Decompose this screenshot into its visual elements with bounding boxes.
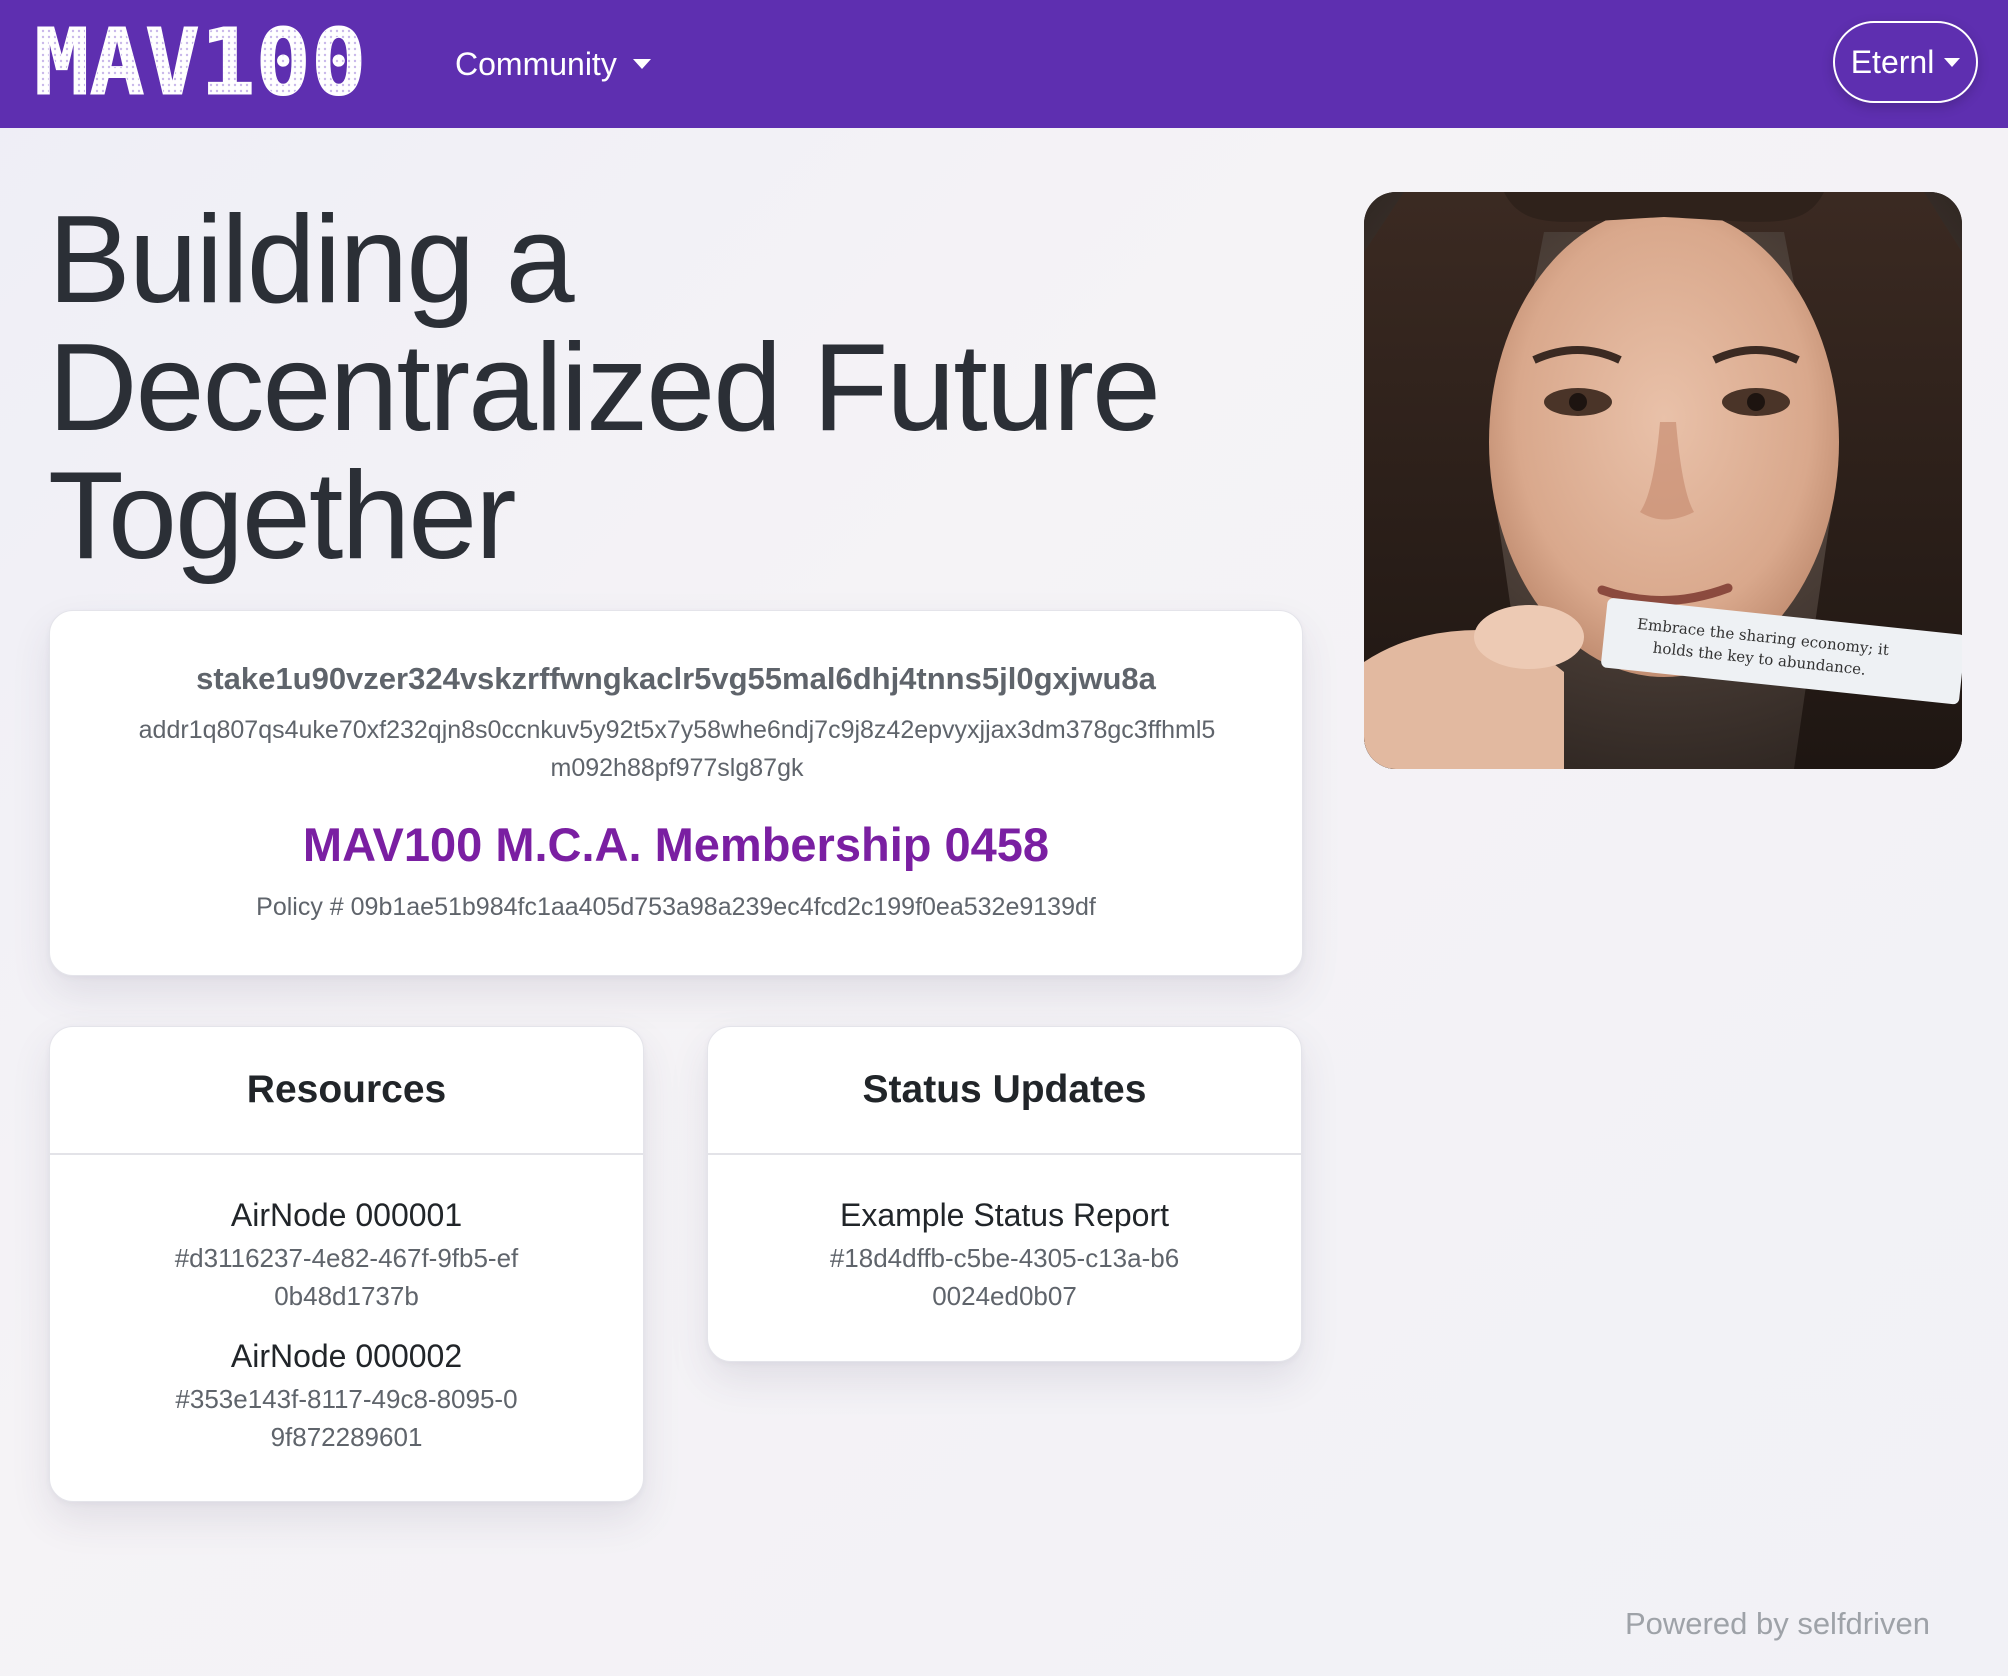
powered-by-footer[interactable]: Powered by selfdriven bbox=[1625, 1606, 1945, 1642]
wallet-label: Eternl bbox=[1850, 43, 1935, 80]
profile-photo: Embrace the sharing economy; it holds th… bbox=[1364, 192, 1962, 769]
status-updates-title: Status Updates bbox=[708, 1027, 1301, 1155]
top-navbar: MAV100 Community Eternl bbox=[0, 0, 2008, 128]
policy-id: Policy # 09b1ae51b984fc1aa405d753a98a239… bbox=[256, 893, 1096, 921]
resources-card: Resources AirNode 000001 #d3116237-4e82-… bbox=[49, 1026, 644, 1502]
resource-id: #353e143f-8117-49c8-8095-09f872289601 bbox=[175, 1384, 518, 1452]
community-dropdown[interactable]: Community bbox=[455, 40, 651, 88]
logo-text: MAV100 bbox=[34, 22, 366, 106]
status-updates-card: Status Updates Example Status Report #18… bbox=[707, 1026, 1302, 1362]
chevron-down-icon bbox=[632, 59, 651, 69]
community-label: Community bbox=[455, 45, 617, 82]
stake-address: stake1u90vzer324vskzrffwngkaclr5vg55mal6… bbox=[196, 661, 1156, 696]
payment-address: addr1q807qs4uke70xf232qjn8s0ccnkuv5y92t5… bbox=[138, 716, 1216, 782]
resource-name: AirNode 000002 bbox=[230, 1338, 463, 1374]
resources-title: Resources bbox=[50, 1027, 643, 1155]
resource-id: #d3116237-4e82-467f-9fb5-ef0b48d1737b bbox=[174, 1243, 519, 1311]
membership-card: stake1u90vzer324vskzrffwngkaclr5vg55mal6… bbox=[49, 610, 1303, 976]
status-name: Example Status Report bbox=[839, 1197, 1170, 1233]
resource-item[interactable]: AirNode 000002 #353e143f-8117-49c8-8095-… bbox=[50, 1336, 643, 1456]
status-item[interactable]: Example Status Report #18d4dffb-c5be-430… bbox=[708, 1195, 1301, 1315]
status-id: #18d4dffb-c5be-4305-c13a-b60024ed0b07 bbox=[829, 1243, 1180, 1311]
hero-title: Building a Decentralized Future Together bbox=[48, 191, 1161, 585]
membership-name: MAV100 M.C.A. Membership 0458 bbox=[302, 818, 1050, 871]
chevron-down-icon bbox=[1944, 57, 1961, 67]
resource-name: AirNode 000001 bbox=[230, 1197, 463, 1233]
resource-item[interactable]: AirNode 000001 #d3116237-4e82-467f-9fb5-… bbox=[50, 1195, 643, 1315]
mav100-logo[interactable]: MAV100 bbox=[34, 22, 404, 106]
wallet-dropdown-button[interactable]: Eternl bbox=[1833, 21, 1978, 103]
